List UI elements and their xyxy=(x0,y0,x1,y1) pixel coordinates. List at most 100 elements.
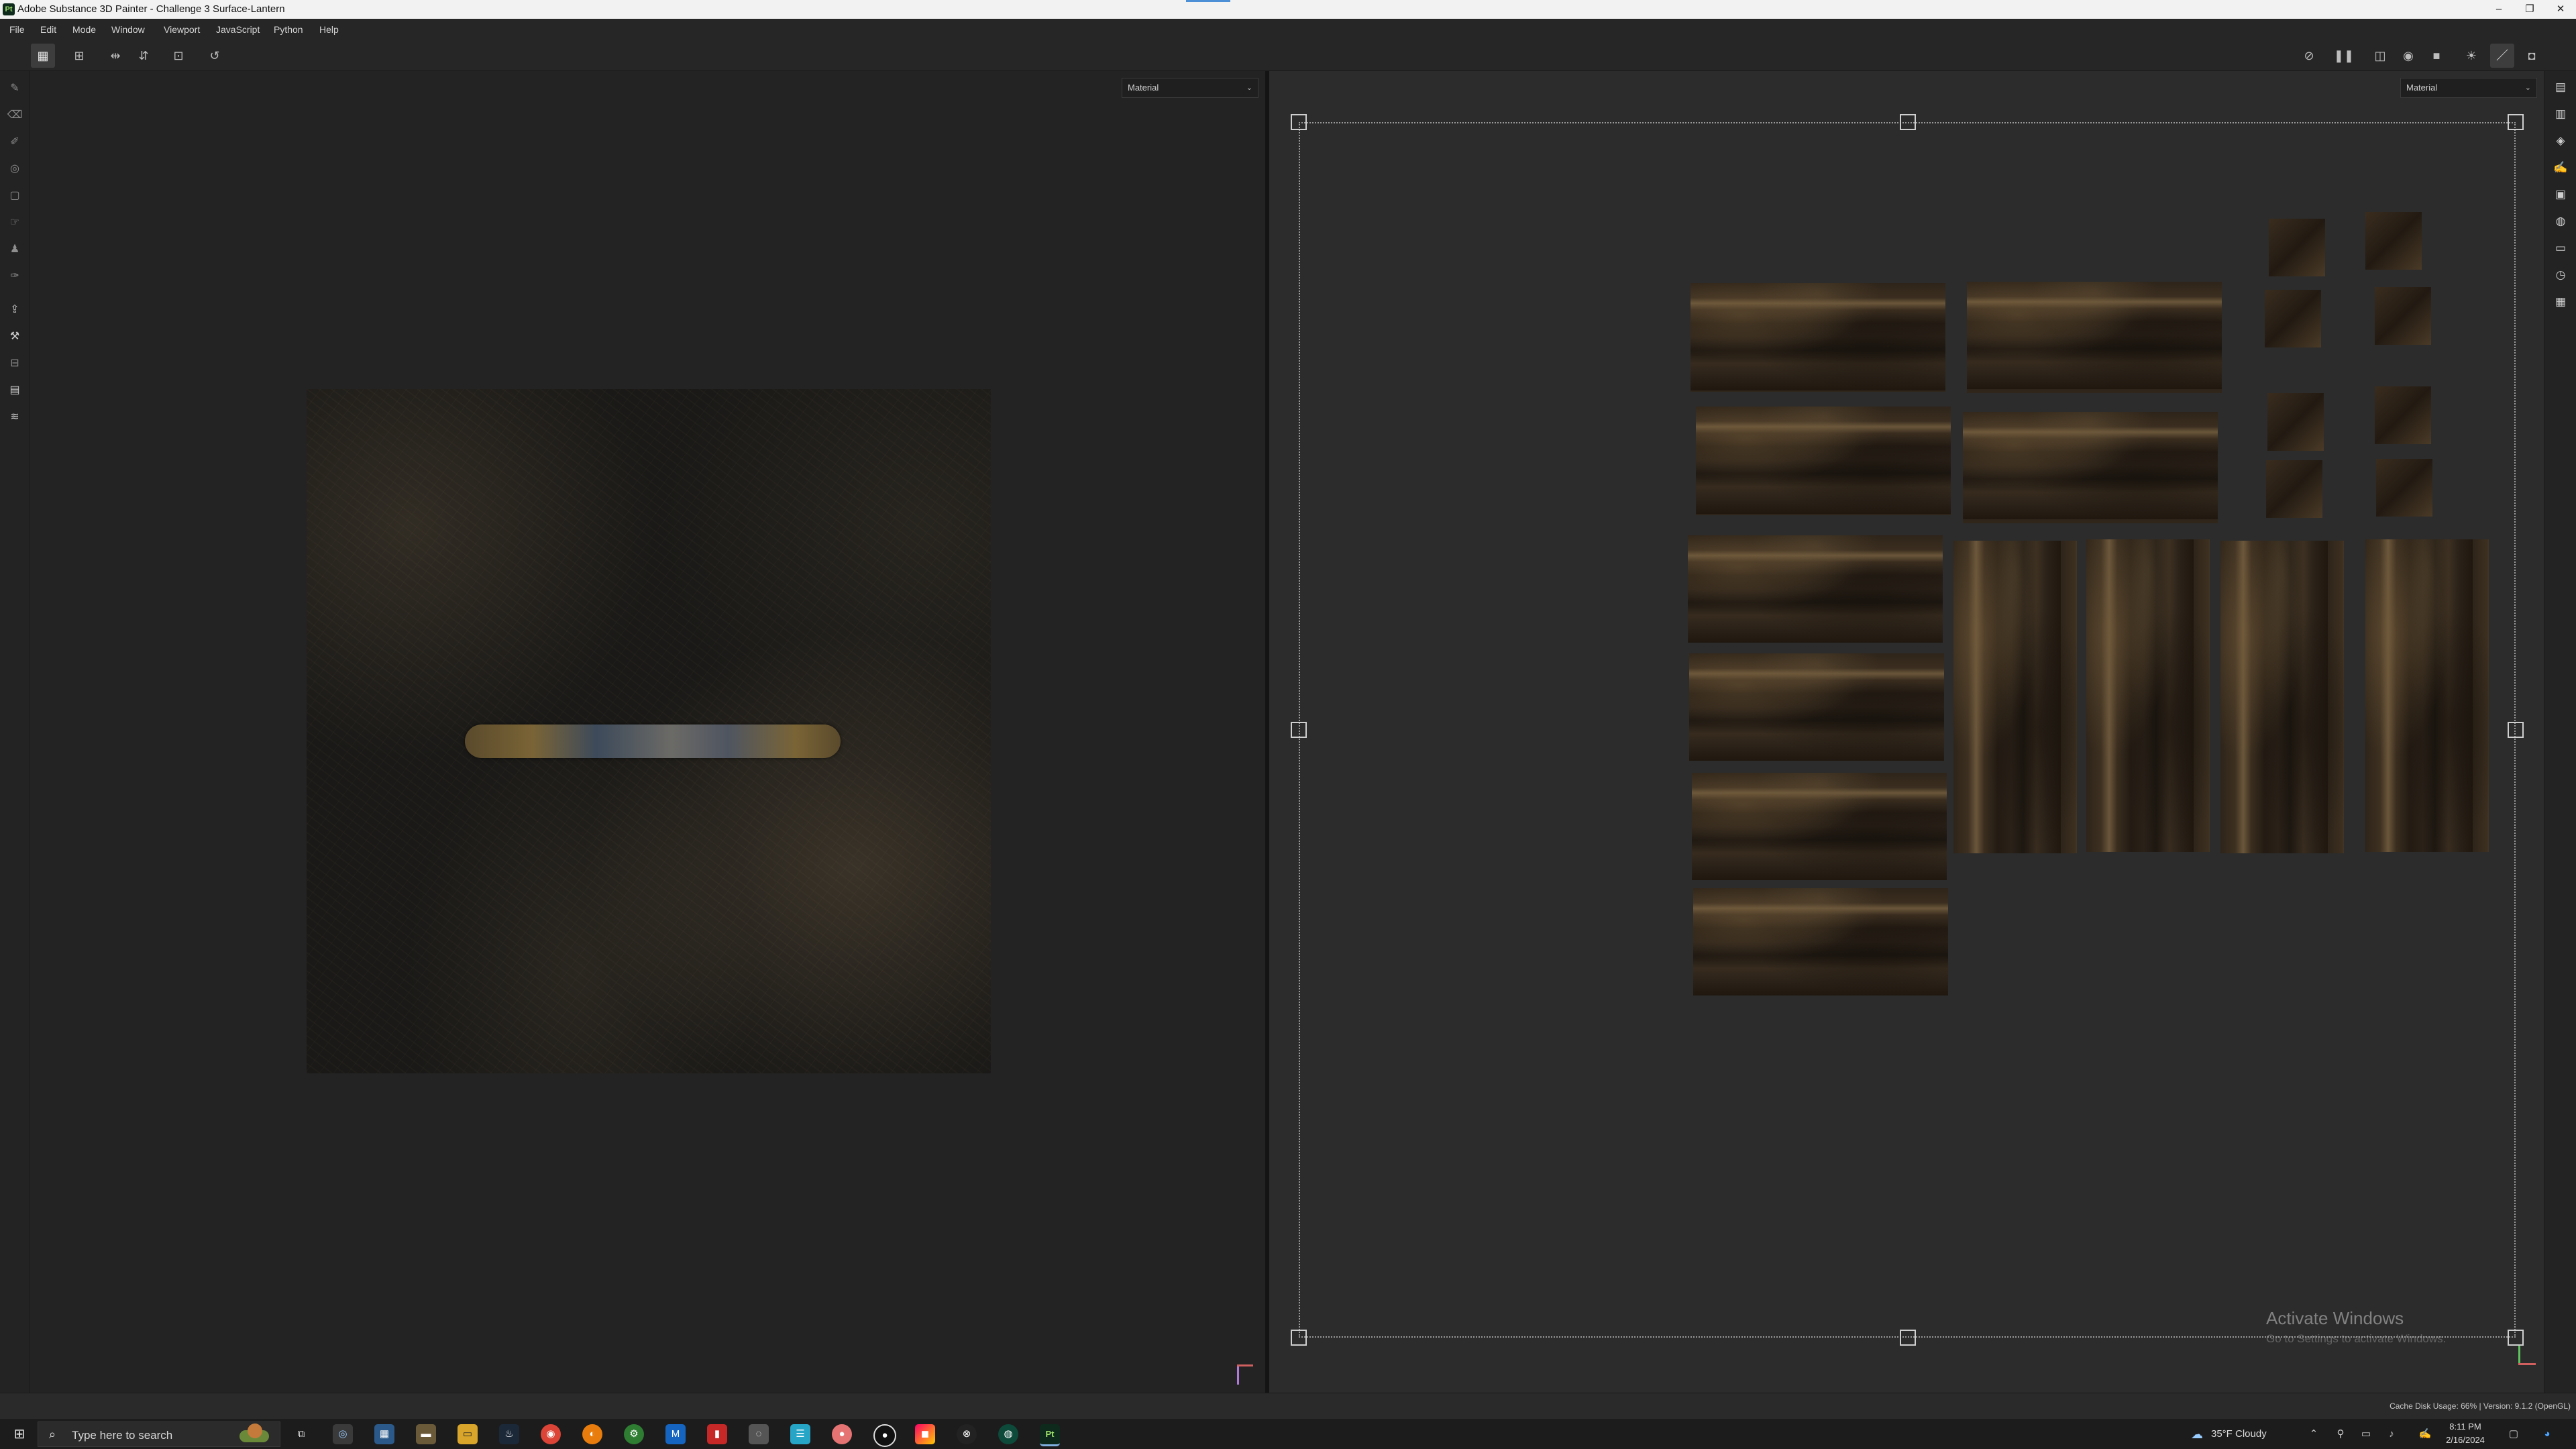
taskbar-search[interactable]: ⌕ Type here to search xyxy=(38,1421,280,1447)
calculator-icon[interactable]: ▦ xyxy=(374,1424,394,1444)
uv-island xyxy=(2375,287,2431,345)
substance-painter-icon[interactable]: Pt xyxy=(1040,1424,1060,1446)
app-icon-16[interactable]: ◼ xyxy=(915,1424,935,1444)
uv-island xyxy=(1953,541,2077,853)
lantern-rod-model[interactable] xyxy=(465,724,841,758)
viewport-2d[interactable]: Material ⌄ Activate Windows Go to Settin… xyxy=(1269,71,2544,1393)
tiled-grid-icon[interactable]: ⊞ xyxy=(67,44,91,68)
log-panel-icon[interactable]: ▦ xyxy=(2550,291,2571,313)
grid-view-icon[interactable]: ▦ xyxy=(31,44,55,68)
material-picker-icon[interactable]: ✑ xyxy=(4,266,25,287)
uv-island xyxy=(2220,541,2344,853)
light-icon[interactable]: ☀ xyxy=(2459,44,2483,68)
menu-edit[interactable]: Edit xyxy=(40,24,56,35)
material-dropdown-3d[interactable]: Material ⌄ xyxy=(1122,78,1258,98)
menu-window[interactable]: Window xyxy=(111,24,145,35)
brush-icon[interactable]: ／ xyxy=(2490,44,2514,68)
projection-icon[interactable]: ✐ xyxy=(4,131,25,153)
geometry-fill-icon[interactable]: ◎ xyxy=(4,158,25,180)
shelf-panel-icon[interactable]: ▭ xyxy=(2550,237,2571,259)
display-settings-icon[interactable]: ▣ xyxy=(2550,184,2571,205)
polygon-fill-icon[interactable]: ▢ xyxy=(4,185,25,207)
menu-viewport[interactable]: Viewport xyxy=(164,24,200,35)
transform-handle[interactable] xyxy=(1291,1330,1307,1346)
clock-time[interactable]: 8:11 PM xyxy=(2440,1421,2490,1432)
menu-python[interactable]: Python xyxy=(274,24,303,35)
clone-stamp-icon[interactable]: ♟ xyxy=(4,239,25,260)
menu-javascript[interactable]: JavaScript xyxy=(216,24,260,35)
volume-icon[interactable]: ♪ xyxy=(2381,1424,2402,1444)
properties-panel-icon[interactable]: ▥ xyxy=(2550,103,2571,125)
pause-icon[interactable]: ❚❚ xyxy=(2332,44,2356,68)
xbox-icon[interactable]: ⊗ xyxy=(957,1424,977,1444)
display-icon[interactable]: ▭ xyxy=(2356,1424,2376,1444)
transform-handle[interactable] xyxy=(2508,114,2524,130)
bake-icon[interactable]: ⇪ xyxy=(4,299,25,321)
chevron-up-icon[interactable]: ⌃ xyxy=(2304,1424,2324,1444)
transform-handle[interactable] xyxy=(1900,114,1916,130)
app-icon-12[interactable]: ◌ xyxy=(749,1424,769,1444)
uv-island xyxy=(2267,393,2324,451)
hand-icon[interactable]: ⚒ xyxy=(4,326,25,347)
sphere-icon[interactable]: ◉ xyxy=(2396,44,2420,68)
notification-icon[interactable]: ▢ xyxy=(2504,1424,2524,1444)
app-icon-18[interactable]: ◍ xyxy=(998,1424,1018,1444)
menu-help[interactable]: Help xyxy=(319,24,339,35)
uv-island xyxy=(2266,460,2322,518)
paint-brush-icon[interactable]: ✎ xyxy=(4,78,25,99)
material-dropdown-2d[interactable]: Material ⌄ xyxy=(2400,78,2537,98)
weather-text[interactable]: 35°F Cloudy xyxy=(2211,1428,2267,1440)
network-icon[interactable]: ⚲ xyxy=(2330,1424,2351,1444)
clock-date[interactable]: 2/16/2024 xyxy=(2440,1435,2490,1445)
task-view-icon[interactable]: ⧉ xyxy=(291,1424,311,1444)
camera-icon[interactable]: ■ xyxy=(2424,44,2449,68)
app-icon-13[interactable]: ☰ xyxy=(790,1424,810,1444)
document-icon[interactable]: ▤ xyxy=(4,380,25,401)
app-icon-10[interactable]: M xyxy=(665,1424,686,1444)
screenshot-icon[interactable]: ◘ xyxy=(2520,44,2544,68)
layer-stack-icon[interactable]: ⊟ xyxy=(4,353,25,374)
app-icon-9[interactable]: ⚙ xyxy=(624,1424,644,1444)
menu-mode[interactable]: Mode xyxy=(72,24,96,35)
minimize-button[interactable]: – xyxy=(2483,0,2514,19)
search-icon: ⌕ xyxy=(49,1428,56,1441)
environment-icon[interactable]: ◍ xyxy=(2550,211,2571,232)
app-icon-3[interactable]: ▬ xyxy=(416,1424,436,1444)
brush-settings-icon[interactable]: ✍ xyxy=(2550,157,2571,178)
uv-island xyxy=(1696,407,1951,515)
copilot-icon[interactable]: ◕ xyxy=(2537,1424,2557,1444)
split-view-icon[interactable]: ◫ xyxy=(2368,44,2392,68)
frame-icon[interactable]: ⊡ xyxy=(166,44,191,68)
transform-handle[interactable] xyxy=(2508,722,2524,738)
pen-icon[interactable]: ✍ xyxy=(2415,1424,2435,1444)
smudge-icon[interactable]: ☞ xyxy=(4,212,25,233)
menu-file[interactable]: File xyxy=(9,24,25,35)
chrome-icon[interactable]: ◉ xyxy=(541,1424,561,1444)
app-icon-14[interactable]: ● xyxy=(832,1424,852,1444)
app-icon-15[interactable]: ● xyxy=(873,1424,896,1447)
transform-handle[interactable] xyxy=(1900,1330,1916,1346)
eraser-icon[interactable]: ⌫ xyxy=(4,105,25,126)
history-panel-icon[interactable]: ◷ xyxy=(2550,264,2571,286)
transform-handle[interactable] xyxy=(1291,722,1307,738)
transform-handle[interactable] xyxy=(1291,114,1307,130)
steam-icon[interactable]: ♨ xyxy=(499,1424,519,1444)
app-icon-1[interactable]: ◎ xyxy=(333,1424,353,1444)
app-icon-11[interactable]: ▮ xyxy=(707,1424,727,1444)
viewport-3d[interactable]: Material ⌄ xyxy=(30,71,1265,1393)
close-button[interactable]: ✕ xyxy=(2545,0,2576,19)
file-explorer-icon[interactable]: ▭ xyxy=(458,1424,478,1444)
layers-panel-icon[interactable]: ▤ xyxy=(2550,76,2571,98)
blender-icon[interactable]: ◐ xyxy=(582,1424,602,1444)
symmetry-x-icon[interactable]: ⇹ xyxy=(103,44,127,68)
texture-set-icon[interactable]: ◈ xyxy=(2550,130,2571,152)
panel-dock: ▤ ▥ ◈ ✍ ▣ ◍ ▭ ◷ ▦ xyxy=(2544,71,2576,1393)
hide-overlay-icon[interactable]: ⊘ xyxy=(2297,44,2321,68)
symmetry-y-icon[interactable]: ⇵ xyxy=(131,44,156,68)
transform-handle[interactable] xyxy=(2508,1330,2524,1346)
windows-start-icon[interactable]: ⊞ xyxy=(9,1424,30,1444)
maximize-button[interactable]: ❐ xyxy=(2514,0,2545,19)
shelf-icon[interactable]: ≋ xyxy=(4,407,25,428)
history-icon[interactable]: ↺ xyxy=(203,44,227,68)
uv-island xyxy=(1689,653,1944,761)
